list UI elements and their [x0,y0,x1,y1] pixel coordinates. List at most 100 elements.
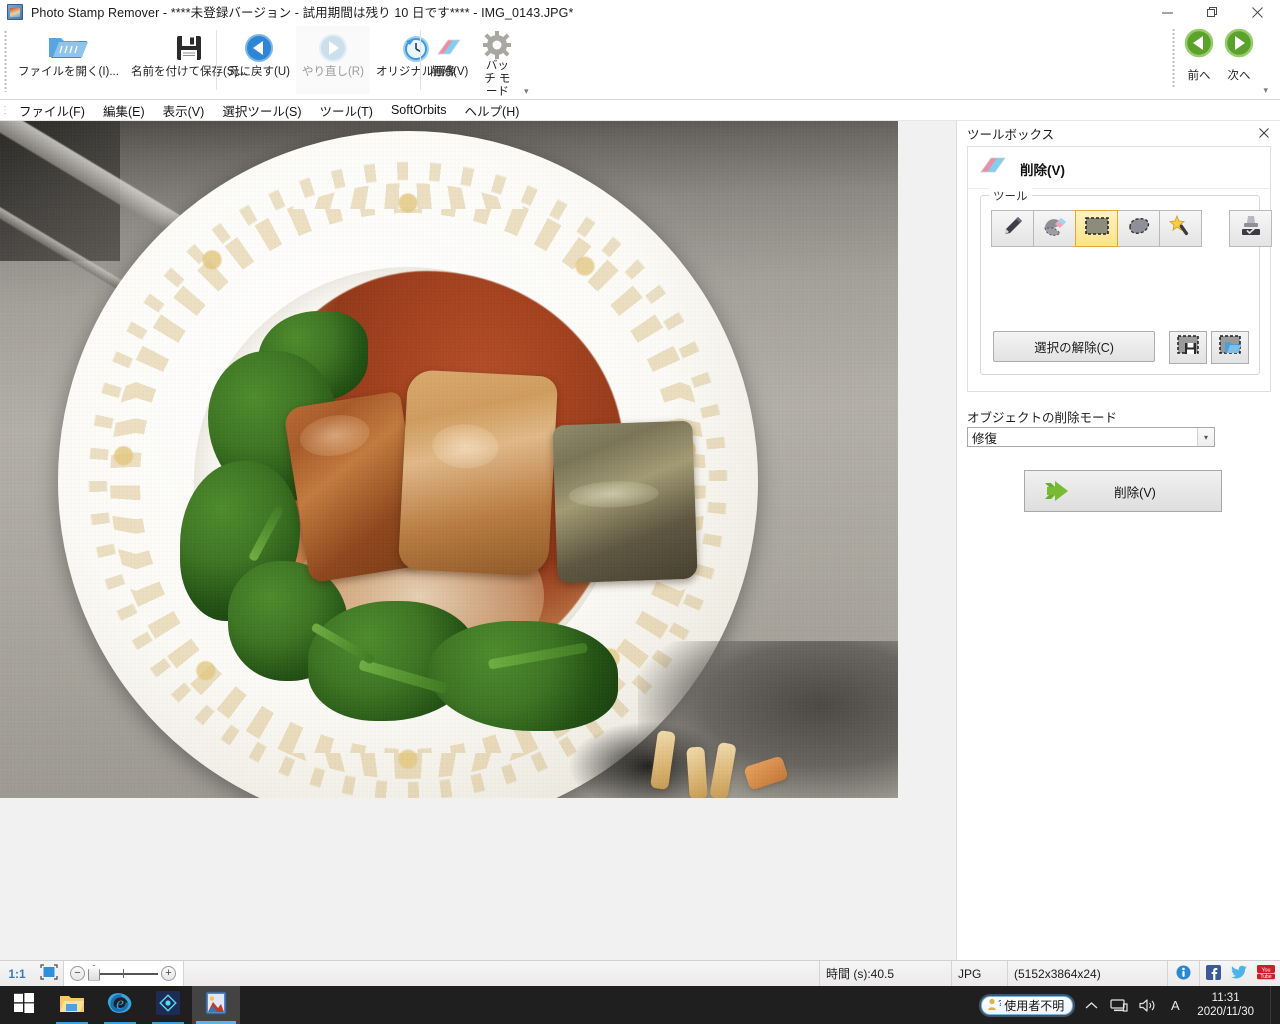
remove-tool-card: 削除(V) ツール 選択の解除(C) [967,146,1272,392]
eraser-brush-tool-button[interactable] [1033,210,1076,247]
info-button[interactable] [1168,960,1200,987]
zoom-slider[interactable]: − + [64,960,184,987]
rectangle-select-icon [1084,215,1110,242]
taskbar-clock[interactable]: 11:31 2020/11/30 [1193,991,1262,1019]
floppy-save-icon [174,30,204,66]
clone-stamp-tool-button[interactable] [1229,210,1272,247]
show-desktop-button[interactable] [1270,986,1276,1024]
tools-fieldset: ツール 選択の解除(C) [980,188,1272,375]
photo-fish-piece-right [552,420,698,584]
ribbon-overflow-button[interactable]: ▾ [524,86,529,97]
open-file-label: ファイルを開く(I)... [18,66,119,78]
navigation-overflow-button[interactable]: ▾ [1263,85,1268,96]
fit-to-window-button[interactable] [34,960,64,987]
eraser-icon [978,155,1010,182]
toolbox-close-icon[interactable] [1256,125,1272,141]
remove-action-button[interactable]: 削除(V) [1024,470,1222,512]
svg-text:Tube: Tube [1260,974,1271,980]
info-icon [1176,965,1191,983]
blue-diamond-app-icon [156,990,180,1020]
photo-stamp-remover-icon [205,991,227,1020]
save-selection-icon [1176,334,1200,361]
zoom-in-button[interactable]: + [161,966,176,981]
ribbon-grip[interactable] [4,30,7,92]
minimize-button[interactable] [1145,0,1190,24]
taskbar-internet-explorer[interactable]: e [96,986,144,1024]
eraser-brush-icon [1042,214,1068,243]
pencil-tool-button[interactable] [991,210,1034,247]
youtube-button[interactable]: You Tube [1252,961,1280,987]
close-button[interactable] [1235,0,1280,24]
eraser-icon [434,30,464,66]
menu-grip[interactable]: ⋮ [0,105,10,116]
language-indicator[interactable]: A [1165,998,1185,1013]
maximize-button[interactable] [1190,0,1235,24]
magic-wand-tool-button[interactable] [1159,210,1202,247]
prev-image-button[interactable]: 前へ [1184,28,1214,83]
photo-fries [650,721,800,798]
taskbar-blue-diamond-app[interactable] [144,986,192,1024]
batch-mode-button[interactable]: バッチ モード [474,26,520,98]
photo-fry-1 [650,730,676,790]
menu-softorbits[interactable]: SoftOrbits [382,101,456,119]
redo-arrow-icon [318,30,348,66]
volume-icon[interactable] [1137,998,1157,1013]
zoom-out-button[interactable]: − [70,966,85,981]
image-dimensions: (5152x3864x24) [1008,960,1168,987]
clock-time: 11:31 [1211,992,1240,1004]
zoom-slider-track[interactable] [88,964,158,981]
navigation-grip[interactable] [1172,28,1175,88]
status-bar: 1:1 − + 時間 (s):40.5 JPG (5152x3864x24) Y… [0,960,1280,987]
image-canvas[interactable] [0,121,956,960]
lasso-select-tool-button[interactable] [1117,210,1160,247]
processing-time: 時間 (s):40.5 [820,960,952,987]
ribbon-group-remove: 削除(V) バッチ モード [424,26,520,98]
deselect-button[interactable]: 選択の解除(C) [993,331,1155,362]
remove-action-label: 削除(V) [1114,485,1156,500]
toolbox-header: ツールボックス [957,121,1280,146]
rectangle-select-tool-button[interactable] [1075,210,1118,247]
menu-file[interactable]: ファイル(F) [10,99,94,122]
menu-selection-tools[interactable]: 選択ツール(S) [213,99,310,122]
menu-help[interactable]: ヘルプ(H) [456,99,529,122]
start-button[interactable] [0,986,48,1024]
remove-tool-card-header: 削除(V) [968,147,1270,189]
windows-taskbar: e 使用者不明 A 11:31 2020/11/30 [0,986,1280,1024]
next-image-button[interactable]: 次へ [1224,28,1254,83]
clone-stamp-icon [1238,214,1264,243]
ime-status-indicator[interactable]: ? 使用者不明 [981,995,1074,1015]
removal-mode-select[interactable]: 修復 ▾ [967,427,1215,447]
tray-chevron-up-icon[interactable] [1081,1001,1101,1010]
twitter-button[interactable] [1226,961,1252,987]
application-window: Photo Stamp Remover - ****未登録バージョン - 試用期… [0,0,1280,1024]
pencil-icon [1001,214,1025,243]
menu-tools[interactable]: ツール(T) [310,99,381,122]
network-icon[interactable] [1109,998,1129,1013]
toolbox-panel: ツールボックス 削除(V) ツール 選択の解除(C) オブジェクトの削除モード … [956,121,1280,960]
menu-edit[interactable]: 編集(E) [94,99,154,122]
taskbar-file-explorer[interactable] [48,986,96,1024]
zoom-slider-thumb[interactable] [88,964,100,981]
taskbar-photo-stamp-remover[interactable] [192,986,240,1024]
menu-view[interactable]: 表示(V) [154,99,214,122]
navigation-group: 前へ 次へ ▾ [1172,24,1272,98]
save-selection-button[interactable] [1169,331,1207,364]
redo-button[interactable]: やり直し(R) [295,26,370,94]
menu-bar: ⋮ ファイル(F) 編集(E) 表示(V) 選択ツール(S) ツール(T) So… [0,100,1280,121]
open-file-button[interactable]: ファイルを開く(I)... [12,26,125,94]
ribbon-toolbar: ファイルを開く(I)... 名前を付けて保存(S)... 元に戻す(U) やり直… [0,24,1280,100]
svg-text:e: e [116,993,124,1013]
chevron-down-icon[interactable]: ▾ [1197,428,1214,446]
undo-arrow-icon [244,30,274,66]
remove-button[interactable]: 削除(V) [424,26,474,94]
photo-fry-2 [686,746,708,798]
navigation-buttons: 前へ 次へ [1184,28,1254,83]
undo-button[interactable]: 元に戻す(U) [222,26,296,94]
photo-image[interactable] [0,121,898,798]
remove-label-ribbon: 削除(V) [430,66,469,78]
load-selection-button[interactable] [1211,331,1249,364]
lasso-select-icon [1126,215,1152,242]
start-icon [14,992,34,1018]
facebook-button[interactable] [1200,961,1226,987]
remove-tool-title: 削除(V) [1020,162,1065,178]
